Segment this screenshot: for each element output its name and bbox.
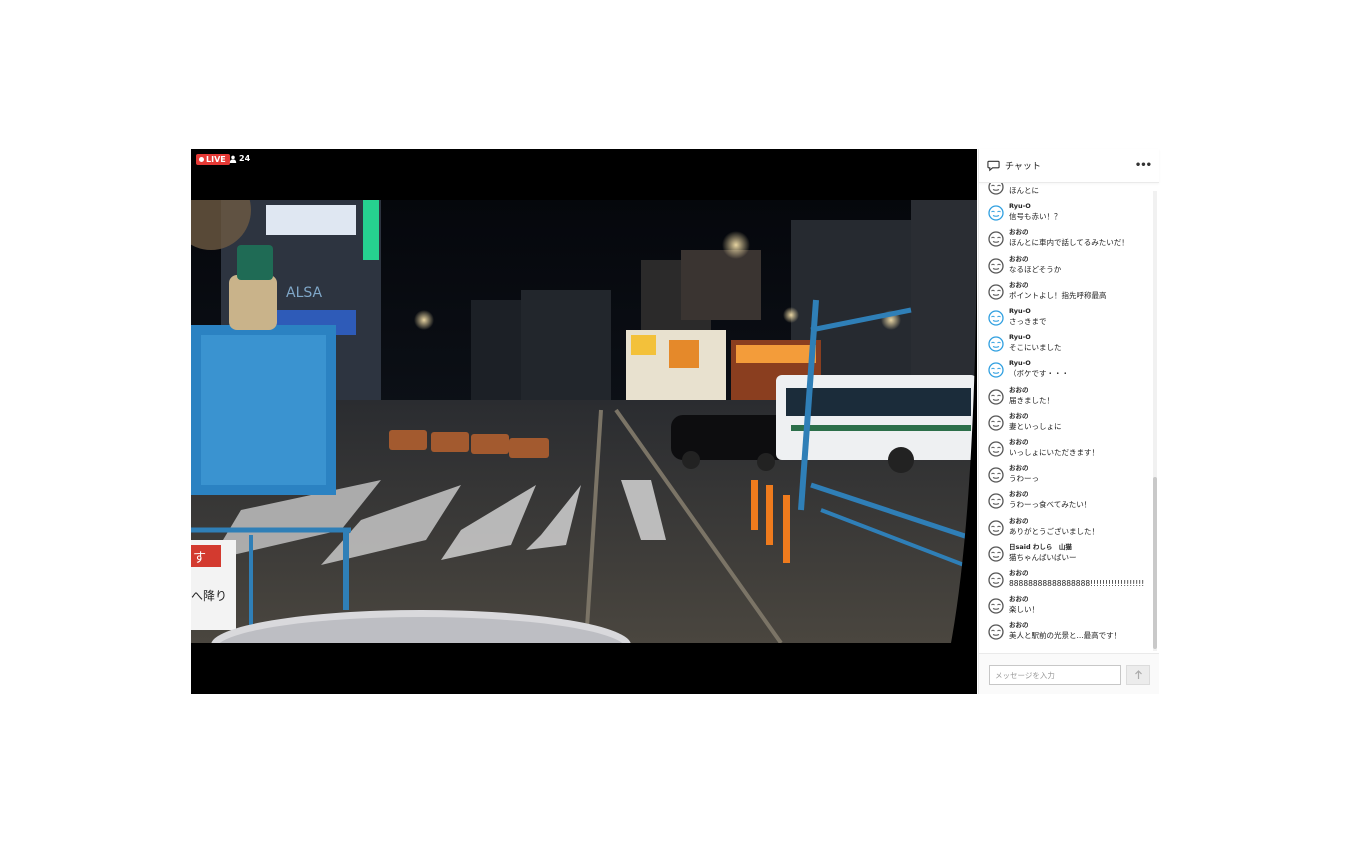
user-avatar-icon xyxy=(988,467,1004,483)
chat-message-author: おおの xyxy=(1009,385,1029,394)
chat-message: おおの 楽しい！ xyxy=(988,595,1153,621)
chat-message: おおの 美人と駅前の光景と...最高です！ xyxy=(988,621,1153,647)
chat-message-text: ポイントよし！指先呼称最高 xyxy=(1009,290,1107,300)
user-avatar-icon xyxy=(988,624,1004,641)
chat-message-text: 美人と駅前の光景と...最高です！ xyxy=(1009,631,1122,641)
chat-message-list[interactable]: おおのほんとにRyu-O信号も赤い！？おおのほんとに車内で話してるみたいだ！おお… xyxy=(979,183,1153,651)
chat-message: おおの ありがとうございました！ xyxy=(988,517,1153,543)
chat-message: おおの 届きました！ xyxy=(988,386,1153,412)
live-dot-icon xyxy=(199,157,204,162)
send-button[interactable] xyxy=(1126,665,1150,685)
user-avatar-blue-icon xyxy=(988,205,1004,221)
chat-message-text: なるほどそうか xyxy=(1009,264,1062,274)
chat-message-text: 届きました！ xyxy=(1009,395,1054,405)
chat-panel: チャット ••• おおのほんとにRyu-O信号も赤い！？おおのほんとに車内で話し… xyxy=(978,149,1159,694)
user-avatar-icon xyxy=(988,519,1004,536)
chat-message-text: そこにいました xyxy=(1009,343,1062,353)
chat-message-text: ほんとに車内で話してるみたいだ！ xyxy=(1009,238,1129,248)
chat-message: おおの 88888888888888888!!!!!!!!!!!!!!!!!! xyxy=(988,569,1153,595)
user-avatar-blue-icon xyxy=(988,362,1004,379)
chat-message-text: いっしょにいただきます！ xyxy=(1009,448,1099,457)
user-avatar-icon xyxy=(988,257,1004,274)
chat-message-author: Ryu-O xyxy=(1009,333,1031,342)
chat-message: 日said わしら 山猫 猫ちゃんばいばいー xyxy=(988,543,1153,569)
sign-text-su: す xyxy=(193,551,206,566)
chat-message-text: 妻といっしょに xyxy=(1009,421,1062,431)
chat-message: Ryu-O さっきまで xyxy=(988,307,1153,333)
user-avatar-icon xyxy=(988,572,1004,588)
chat-message-author: おおの xyxy=(1009,464,1029,473)
chat-message: Ryu-O 信号も赤い！？ xyxy=(988,202,1153,228)
chat-message-author: Ryu-O xyxy=(1009,202,1031,211)
chat-input-area xyxy=(979,653,1159,694)
chat-message-author: おおの xyxy=(1009,228,1029,237)
user-avatar-icon xyxy=(988,388,1004,405)
chat-message-author: おおの xyxy=(1009,490,1029,499)
chat-message-text: 88888888888888888!!!!!!!!!!!!!!!!!! xyxy=(1009,579,1145,588)
viewer-count-value: 24 xyxy=(239,154,251,163)
chat-message-author: おおの xyxy=(1009,438,1029,446)
chat-message-text: さっきまで xyxy=(1009,317,1047,326)
chat-message: おおのいっしょにいただきます！ xyxy=(988,438,1153,464)
chat-message: おおの ポイントよし！指先呼称最高 xyxy=(988,281,1153,307)
user-avatar-icon xyxy=(988,493,1004,510)
user-avatar-icon xyxy=(988,284,1004,300)
chat-header: チャット ••• xyxy=(979,149,1159,183)
chat-message: Ryu-O そこにいました xyxy=(988,333,1153,359)
chat-message-author: Ryu-O xyxy=(1009,307,1031,315)
person-icon xyxy=(229,155,237,163)
chat-message-text: ほんとに xyxy=(1009,186,1039,195)
video-player[interactable]: LIVE 24 ALSA す へ降り xyxy=(191,149,977,694)
chat-message-author: おおの xyxy=(1009,595,1029,604)
chat-message-text: うわーっ xyxy=(1009,474,1039,484)
chat-message: おおの なるほどそうか xyxy=(988,255,1153,281)
video-frame: ALSA す へ降り xyxy=(191,200,977,643)
arrow-up-icon xyxy=(1134,670,1142,679)
viewer-count: 24 xyxy=(229,154,250,163)
user-avatar-icon xyxy=(988,546,1004,562)
chat-scrollbar[interactable] xyxy=(1153,191,1157,651)
chat-message-author: おおの xyxy=(1009,516,1029,525)
chat-bubble-icon xyxy=(987,160,1000,172)
user-avatar-icon xyxy=(988,441,1004,457)
chat-message-author: おおの xyxy=(1009,411,1029,420)
sign-text-alsa: ALSA xyxy=(286,285,323,301)
chat-message-author: おおの xyxy=(1009,254,1029,263)
chat-message-author: おおの xyxy=(1009,569,1029,577)
chat-message-text: （ボケです・・・ xyxy=(1009,369,1069,379)
chat-message: おおの 妻といっしょに xyxy=(988,412,1153,438)
live-badge: LIVE xyxy=(196,154,230,165)
chat-message-author: 日said わしら 山猫 xyxy=(1009,542,1072,551)
chat-message: Ryu-O （ボケです・・・ xyxy=(988,359,1153,385)
chat-message-text: 楽しい！ xyxy=(1009,605,1039,615)
chat-message-input[interactable] xyxy=(989,665,1121,685)
user-avatar-blue-icon xyxy=(988,336,1004,352)
sign-text-kouri: へ降り xyxy=(191,589,227,603)
chat-message: おおのほんとに xyxy=(988,183,1153,202)
user-avatar-icon xyxy=(988,231,1004,248)
user-avatar-blue-icon xyxy=(988,310,1004,326)
chat-message-author: おおの xyxy=(1009,280,1029,289)
chat-message-author: Ryu-O xyxy=(1009,359,1031,368)
user-avatar-icon xyxy=(988,415,1004,431)
chat-message-text: 信号も赤い！？ xyxy=(1009,212,1062,222)
chat-message: おおの ほんとに車内で話してるみたいだ！ xyxy=(988,228,1153,254)
chat-title: チャット xyxy=(1005,162,1041,172)
chat-message-text: うわーっ食べてみたい！ xyxy=(1009,500,1092,510)
chat-message-text: ありがとうございました！ xyxy=(1009,526,1099,536)
chat-scroll-thumb[interactable] xyxy=(1153,477,1157,649)
user-avatar-icon xyxy=(988,183,1004,195)
chat-message-author: おおの xyxy=(1009,621,1029,630)
user-avatar-icon xyxy=(988,598,1004,614)
live-label: LIVE xyxy=(206,155,226,164)
chat-more-button[interactable]: ••• xyxy=(1135,160,1152,171)
chat-message: おおの うわーっ食べてみたい！ xyxy=(988,490,1153,516)
chat-message-text: 猫ちゃんばいばいー xyxy=(1009,552,1077,562)
chat-message: おおの うわーっ xyxy=(988,464,1153,490)
